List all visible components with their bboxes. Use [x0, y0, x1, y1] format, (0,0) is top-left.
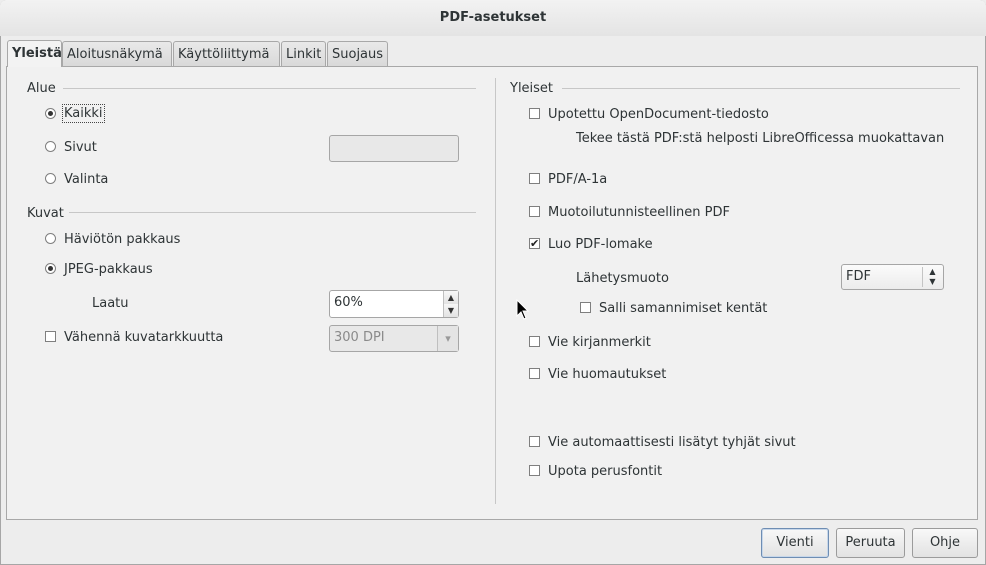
allow-duplicate-fields-checkbox[interactable] — [580, 302, 591, 313]
range-pages-radio[interactable] — [45, 141, 56, 152]
export-comments-label[interactable]: Vie huomautukset — [548, 367, 666, 382]
tab-links-label: Linkit — [286, 47, 322, 62]
select-down-arrow-icon: ▼ — [929, 277, 936, 286]
mouse-pointer-icon — [516, 299, 530, 320]
create-form-checkbox[interactable]: ✔ — [529, 238, 540, 249]
pdfa-label[interactable]: PDF/A-1a — [548, 172, 607, 187]
range-all-label[interactable]: Kaikki — [62, 104, 105, 123]
dialog-title: PDF-asetukset — [439, 10, 547, 25]
export-button-label: Vienti — [776, 535, 814, 550]
jpeg-radio[interactable] — [45, 263, 56, 274]
jpeg-label[interactable]: JPEG-pakkaus — [64, 262, 153, 277]
tab-user-interface-label: Käyttöliittymä — [178, 47, 270, 62]
lossless-label[interactable]: Häviötön pakkaus — [64, 232, 180, 247]
range-pages-label[interactable]: Sivut — [64, 140, 97, 155]
embed-odf-label[interactable]: Upotettu OpenDocument-tiedosto — [548, 107, 769, 122]
export-button[interactable]: Vienti — [761, 528, 829, 558]
lossless-radio[interactable] — [45, 233, 56, 244]
select-up-arrow-icon: ▲ — [929, 267, 936, 276]
create-form-label[interactable]: Luo PDF-lomake — [548, 237, 653, 252]
column-separator — [495, 78, 496, 504]
range-selection-label[interactable]: Valinta — [64, 172, 108, 187]
resolution-dropdown-icon[interactable]: ▾ — [437, 326, 458, 351]
range-all-radio[interactable] — [45, 108, 56, 119]
embed-standard-fonts-label[interactable]: Upota perusfontit — [548, 464, 662, 479]
tab-user-interface[interactable]: Käyttöliittymä — [173, 41, 280, 66]
range-separator — [63, 88, 476, 89]
range-selection-radio[interactable] — [45, 173, 56, 184]
quality-spin-down-icon[interactable]: ▼ — [443, 304, 458, 317]
reduce-resolution-checkbox[interactable] — [45, 331, 56, 342]
export-blank-pages-checkbox[interactable] — [529, 436, 540, 447]
tab-general[interactable]: Yleistä — [7, 40, 62, 67]
embed-standard-fonts-checkbox[interactable] — [529, 465, 540, 476]
tab-security[interactable]: Suojaus — [327, 41, 388, 66]
title-bar[interactable]: PDF-asetukset — [0, 0, 986, 36]
quality-value: 60% — [334, 295, 363, 310]
tagged-pdf-label[interactable]: Muotoilutunnisteellinen PDF — [548, 205, 730, 220]
general-separator — [562, 88, 960, 89]
resolution-value: 300 DPI — [334, 330, 385, 345]
export-bookmarks-checkbox[interactable] — [529, 336, 540, 347]
embed-odf-description: Tekee tästä PDF:stä helposti LibreOffice… — [576, 131, 945, 146]
reduce-resolution-label[interactable]: Vähennä kuvatarkkuutta — [64, 330, 223, 345]
export-bookmarks-label[interactable]: Vie kirjanmerkit — [548, 335, 651, 350]
images-separator — [69, 212, 476, 213]
pdfa-checkbox[interactable] — [529, 173, 540, 184]
submit-format-label: Lähetysmuoto — [576, 271, 669, 286]
submit-format-divider — [922, 267, 923, 287]
help-button-label: Ohje — [929, 535, 961, 550]
export-blank-pages-label[interactable]: Vie automaattisesti lisätyt tyhjät sivut — [548, 435, 796, 450]
quality-label: Laatu — [92, 296, 129, 311]
submit-format-value: FDF — [846, 269, 871, 284]
cancel-button-label: Peruuta — [845, 535, 896, 550]
embed-odf-checkbox[interactable] — [529, 108, 540, 119]
images-heading: Kuvat — [27, 206, 64, 221]
select-arrows-icon[interactable]: ▲ ▼ — [925, 265, 940, 289]
checkmark-icon: ✔ — [530, 237, 540, 250]
export-comments-checkbox[interactable] — [529, 368, 540, 379]
pages-input[interactable] — [329, 135, 459, 162]
tagged-pdf-checkbox[interactable] — [529, 206, 540, 217]
general-heading: Yleiset — [510, 81, 554, 96]
allow-duplicate-fields-label[interactable]: Salli samannimiset kentät — [599, 301, 767, 316]
quality-spin-up-icon[interactable]: ▲ — [443, 291, 458, 304]
tab-general-label: Yleistä — [12, 46, 62, 61]
tab-links[interactable]: Linkit — [281, 41, 326, 66]
cancel-button[interactable]: Peruuta — [836, 528, 905, 558]
help-button[interactable]: Ohje — [912, 528, 978, 558]
tab-initial-view[interactable]: Aloitusnäkymä — [62, 41, 172, 66]
tab-initial-view-label: Aloitusnäkymä — [67, 47, 163, 62]
tab-security-label: Suojaus — [332, 47, 384, 62]
range-heading: Alue — [27, 81, 56, 96]
quality-spinbox[interactable]: 60% — [329, 290, 459, 318]
